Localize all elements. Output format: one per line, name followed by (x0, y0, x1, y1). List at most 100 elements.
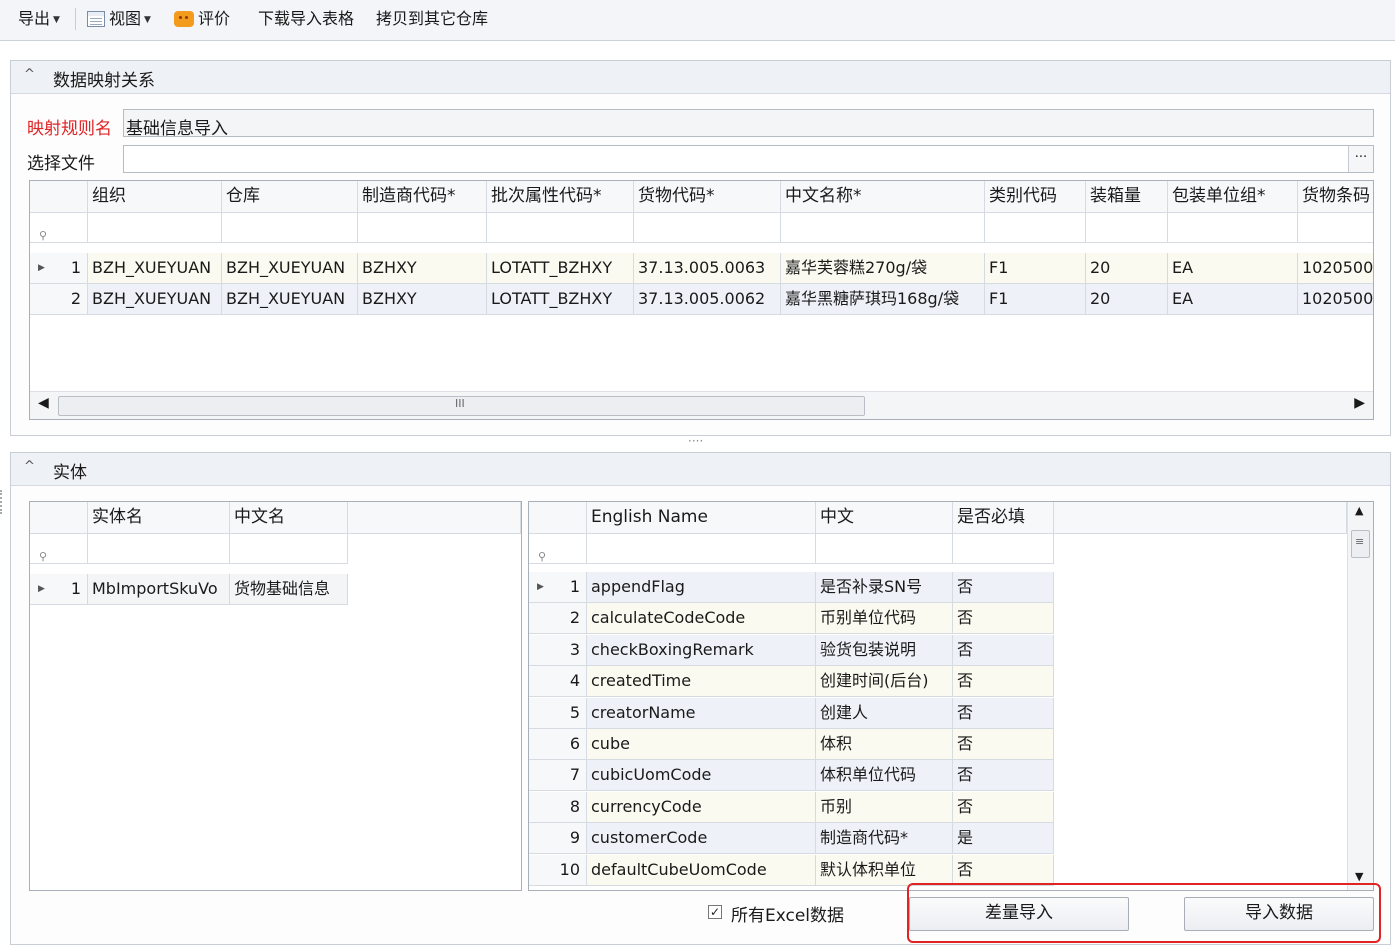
column-header[interactable]: English Name (587, 502, 816, 534)
field-required-cell[interactable]: 否 (953, 729, 1054, 760)
field-cn-cell[interactable]: 币别 (816, 791, 953, 823)
filter-cell[interactable] (222, 213, 358, 243)
table-cell[interactable]: BZHXY (358, 284, 487, 315)
all-excel-checkbox[interactable]: ✓ (708, 905, 722, 919)
entity-name-cell[interactable]: MbImportSkuVo (88, 574, 230, 605)
field-english-cell[interactable]: customerCode (587, 823, 816, 855)
browse-button[interactable]: ··· (1348, 146, 1373, 172)
filter-cell[interactable] (358, 213, 487, 243)
table-cell[interactable]: 20 (1086, 253, 1168, 284)
table-cell[interactable]: 1020500 (1298, 253, 1373, 284)
file-input[interactable]: ··· (123, 145, 1374, 173)
column-header[interactable]: 包装单位组* (1168, 181, 1298, 213)
download-template-button[interactable]: 下载导入表格 (258, 8, 354, 30)
column-header[interactable]: 仓库 (222, 181, 358, 213)
evaluate-button[interactable]: 评价 (174, 8, 230, 30)
field-required-cell[interactable]: 否 (953, 697, 1054, 729)
table-cell[interactable]: F1 (985, 253, 1086, 284)
field-required-cell[interactable]: 否 (953, 603, 1054, 635)
column-header[interactable]: 货物条码 (1298, 181, 1373, 213)
filter-cell[interactable] (1086, 213, 1168, 243)
filter-cell[interactable] (587, 534, 816, 564)
column-header[interactable]: 货物代码* (634, 181, 781, 213)
vertical-scroll-thumb[interactable]: ≡ (1351, 530, 1370, 558)
field-english-cell[interactable]: currencyCode (587, 791, 816, 823)
table-cell[interactable]: 20 (1086, 284, 1168, 315)
filter-cell[interactable] (230, 534, 348, 564)
filter-cell[interactable] (487, 213, 634, 243)
field-english-cell[interactable]: creatorName (587, 697, 816, 729)
field-required-cell[interactable]: 否 (953, 854, 1054, 886)
mapping-panel-header[interactable]: ^ 数据映射关系 (11, 61, 1390, 94)
filter-cell[interactable] (816, 534, 953, 564)
table-cell[interactable]: 1020500 (1298, 284, 1373, 315)
diff-import-button[interactable]: 差量导入 (909, 897, 1129, 931)
field-english-cell[interactable]: cube (587, 729, 816, 760)
field-cn-cell[interactable]: 体积 (816, 729, 953, 760)
table-cell[interactable]: LOTATT_BZHXY (487, 253, 634, 284)
field-english-cell[interactable]: createdTime (587, 666, 816, 698)
scroll-up-icon[interactable]: ▲ (1355, 504, 1363, 517)
export-menu[interactable]: 导出 ▼ (18, 8, 60, 30)
field-english-cell[interactable]: calculateCodeCode (587, 603, 816, 635)
table-cell[interactable]: BZH_XUEYUAN (222, 253, 358, 284)
filter-cell[interactable] (634, 213, 781, 243)
table-cell[interactable]: BZHXY (358, 253, 487, 284)
field-cn-cell[interactable]: 验货包装说明 (816, 634, 953, 666)
column-header[interactable]: 中文 (816, 502, 953, 534)
filter-cell[interactable] (88, 213, 222, 243)
field-required-cell[interactable]: 否 (953, 760, 1054, 792)
collapse-icon[interactable]: ^ (24, 459, 35, 474)
table-cell[interactable]: F1 (985, 284, 1086, 315)
table-cell[interactable]: BZH_XUEYUAN (88, 284, 222, 315)
column-header[interactable]: 组织 (88, 181, 222, 213)
copy-to-warehouse-button[interactable]: 拷贝到其它仓库 (376, 8, 488, 30)
column-header[interactable]: 装箱量 (1086, 181, 1168, 213)
table-cell[interactable]: 37.13.005.0063 (634, 253, 781, 284)
field-cn-cell[interactable]: 制造商代码* (816, 823, 953, 855)
row-indicator[interactable]: 3 (529, 634, 587, 666)
field-required-cell[interactable]: 否 (953, 666, 1054, 698)
row-indicator[interactable]: 5 (529, 697, 587, 729)
import-data-button[interactable]: 导入数据 (1184, 897, 1374, 931)
column-header[interactable]: 批次属性代码* (487, 181, 634, 213)
field-english-cell[interactable]: defaultCubeUomCode (587, 854, 816, 886)
row-indicator[interactable]: ▶ 1 (529, 572, 587, 603)
vertical-scrollbar[interactable]: ▲ ≡ ▼ (1347, 502, 1373, 890)
filter-cell[interactable] (88, 534, 230, 564)
entity-cn-cell[interactable]: 货物基础信息 (230, 574, 348, 605)
splitter[interactable]: ···· (688, 434, 703, 448)
row-indicator[interactable]: 10 (529, 854, 587, 886)
row-indicator[interactable]: 2 (529, 603, 587, 635)
table-cell[interactable]: 37.13.005.0062 (634, 284, 781, 315)
filter-cell[interactable] (1168, 213, 1298, 243)
table-cell[interactable]: BZH_XUEYUAN (222, 284, 358, 315)
row-indicator[interactable]: 4 (529, 666, 587, 698)
column-header[interactable]: 是否必填 (953, 502, 1054, 534)
field-required-cell[interactable]: 否 (953, 572, 1054, 603)
row-indicator[interactable]: ▶ 1 (30, 253, 88, 284)
view-menu[interactable]: 视图 ▼ (87, 8, 151, 30)
row-indicator[interactable]: 8 (529, 791, 587, 823)
table-cell[interactable]: LOTATT_BZHXY (487, 284, 634, 315)
row-indicator[interactable]: 7 (529, 760, 587, 792)
field-required-cell[interactable]: 是 (953, 823, 1054, 855)
table-cell[interactable]: 嘉华黑糖萨琪玛168g/袋 (781, 284, 985, 315)
field-required-cell[interactable]: 否 (953, 791, 1054, 823)
column-header[interactable]: 类别代码 (985, 181, 1086, 213)
filter-cell[interactable] (953, 534, 1054, 564)
collapse-icon[interactable]: ^ (24, 67, 35, 82)
table-cell[interactable]: EA (1168, 284, 1298, 315)
field-cn-cell[interactable]: 体积单位代码 (816, 760, 953, 792)
column-header[interactable]: 制造商代码* (358, 181, 487, 213)
filter-cell[interactable] (985, 213, 1086, 243)
entity-panel-header[interactable]: ^ 实体 (11, 453, 1390, 486)
filter-cell[interactable] (781, 213, 985, 243)
column-header[interactable]: 实体名 (88, 502, 230, 534)
field-english-cell[interactable]: cubicUomCode (587, 760, 816, 792)
field-cn-cell[interactable]: 币别单位代码 (816, 603, 953, 635)
horizontal-scrollbar[interactable]: ◀ III ▶ (30, 391, 1373, 419)
row-indicator[interactable]: 6 (529, 729, 587, 760)
scroll-left-icon[interactable]: ◀ (38, 395, 49, 411)
table-cell[interactable]: 嘉华芙蓉糕270g/袋 (781, 253, 985, 284)
